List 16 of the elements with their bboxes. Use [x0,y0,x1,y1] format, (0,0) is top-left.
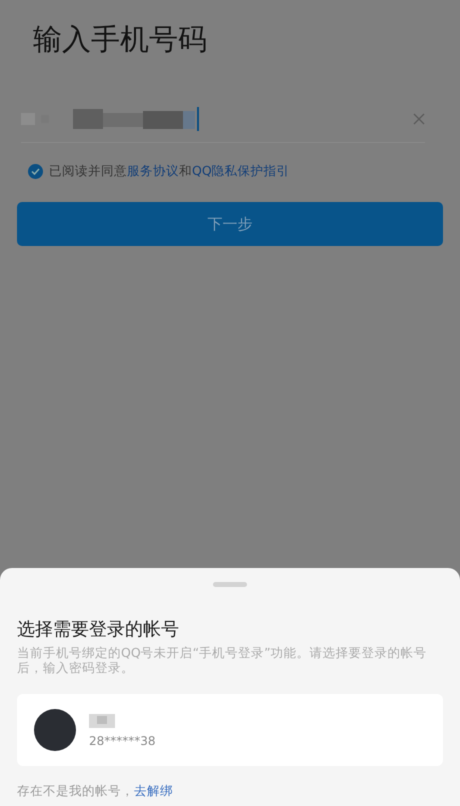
privacy-link[interactable]: QQ隐私保护指引 [192,163,290,178]
account-number: 28******38 [89,734,156,748]
clear-icon[interactable] [413,113,425,125]
avatar-icon [33,707,77,753]
account-card[interactable]: 28******38 [17,694,443,766]
agreement-checkbox[interactable] [28,164,43,179]
footer-text: 存在不是我的帐号， [17,783,134,800]
agreement-text: 已阅读并同意服务协议和QQ隐私保护指引 [49,163,290,180]
check-icon [31,167,40,176]
drag-handle[interactable] [213,582,247,587]
unbind-link[interactable]: 去解绑 [134,783,173,800]
sheet-title: 选择需要登录的帐号 [17,618,180,641]
page-title: 输入手机号码 [33,21,208,58]
next-button[interactable]: 下一步 [17,202,443,246]
terms-link[interactable]: 服务协议 [127,163,179,178]
sheet-description: 当前手机号绑定的QQ号未开启“手机号登录”功能。请选择要登录的帐号后，输入密码登录。 [17,645,428,675]
